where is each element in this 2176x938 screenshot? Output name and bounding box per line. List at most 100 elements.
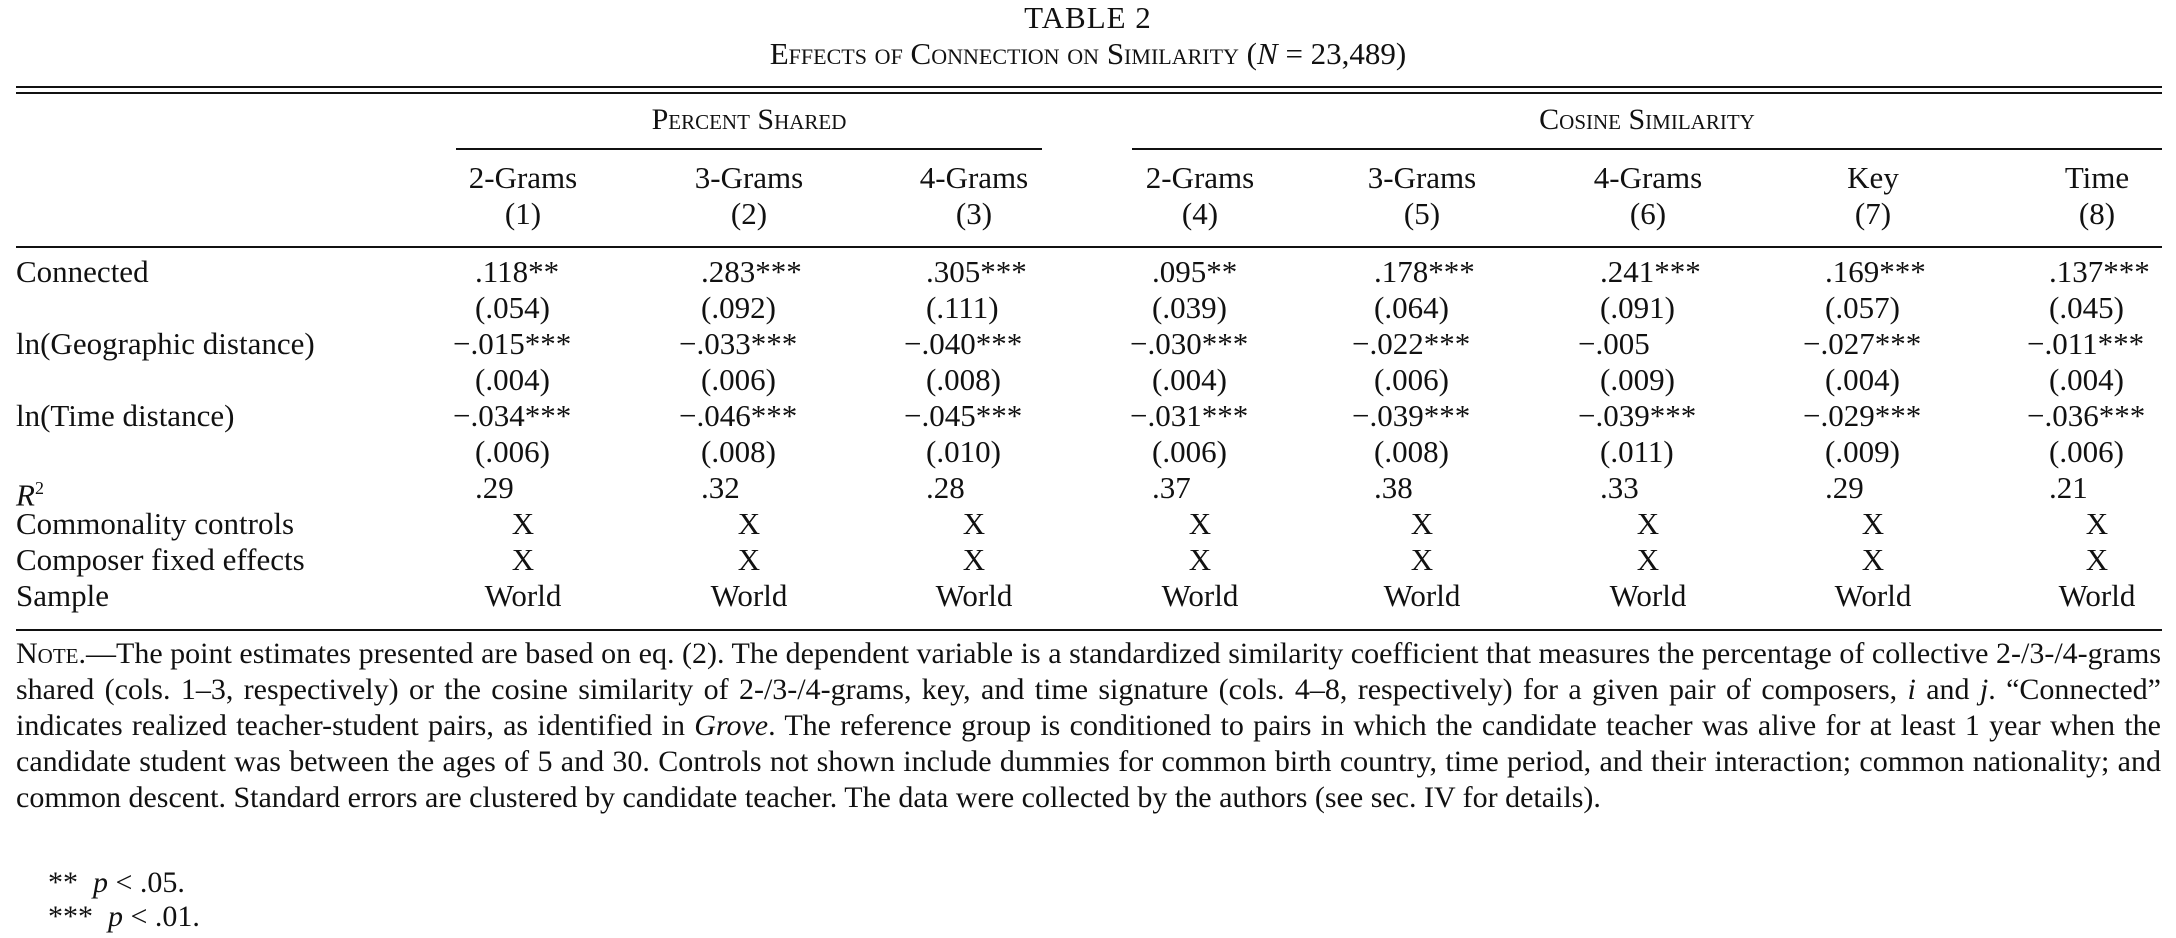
table-cell: .305*** <box>926 254 1027 289</box>
table-cell: −.045*** <box>904 398 1023 433</box>
top-rule-1 <box>16 86 2162 88</box>
table-cell: .137*** <box>2049 254 2150 289</box>
table-cell: (.006) <box>1374 362 1449 397</box>
table-cell: (.039) <box>1152 290 1227 325</box>
column-header-number: (4) <box>1181 196 1219 231</box>
table-cell: .38 <box>1374 470 1413 505</box>
table-cell: (.064) <box>1374 290 1449 325</box>
table-cell: .178*** <box>1374 254 1475 289</box>
table-cell: (.091) <box>1600 290 1675 325</box>
column-header-name: 3-Grams <box>694 160 804 195</box>
table-cell: World <box>2058 578 2136 613</box>
table-cell: X <box>1636 542 1660 577</box>
table-cell: .29 <box>475 470 514 505</box>
table-cell: X <box>511 542 535 577</box>
top-rule-2 <box>16 92 2162 94</box>
table-cell: X <box>2085 506 2109 541</box>
table-cell: World <box>1161 578 1239 613</box>
table-cell: (.045) <box>2049 290 2124 325</box>
table-cell: −.034*** <box>453 398 572 433</box>
table-cell: −.036*** <box>2027 398 2146 433</box>
table-cell: (.006) <box>1152 434 1227 469</box>
table-cell: (.004) <box>1152 362 1227 397</box>
column-header-number: (6) <box>1629 196 1667 231</box>
table-cell: World <box>935 578 1013 613</box>
table-cell: X <box>1188 542 1212 577</box>
table-cell: −.015*** <box>453 326 572 361</box>
table-page: TABLE 2 Effects of Connection on Similar… <box>0 0 2176 938</box>
column-header-number: (2) <box>730 196 768 231</box>
row-label: Sample <box>16 578 109 614</box>
table-cell: X <box>1861 542 1885 577</box>
table-cell: .118** <box>475 254 560 289</box>
table-cell: (.111) <box>926 290 999 325</box>
table-cell: (.008) <box>701 434 776 469</box>
table-cell: World <box>1383 578 1461 613</box>
table-cell: X <box>2085 542 2109 577</box>
row-label: Connected <box>16 254 149 290</box>
group-header-cosine-similarity: Cosine Similarity <box>1539 103 1755 136</box>
row-label-text: Composer fixed effects <box>16 542 305 577</box>
table-cell: .169*** <box>1825 254 1926 289</box>
table-cell: X <box>1636 506 1660 541</box>
table-cell: −.030*** <box>1130 326 1249 361</box>
table-cell: X <box>737 506 761 541</box>
table-cell: −.011*** <box>2027 326 2145 361</box>
table-cell: (.004) <box>1825 362 1900 397</box>
table-cell: (.009) <box>1600 362 1675 397</box>
table-cell: .283*** <box>701 254 802 289</box>
table-cell: (.008) <box>1374 434 1449 469</box>
column-header-name: 2-Grams <box>1145 160 1255 195</box>
table-cell: World <box>484 578 562 613</box>
table-cell: .241*** <box>1600 254 1701 289</box>
column-header-name: Key <box>1847 160 1899 195</box>
column-header-number: (3) <box>955 196 993 231</box>
row-label-text: ln(Time distance) <box>16 398 235 433</box>
table-title: Effects of Connection on Similarity (N =… <box>769 36 1407 71</box>
table-cell: −.039*** <box>1352 398 1471 433</box>
table-cell: World <box>710 578 788 613</box>
table-cell: World <box>1834 578 1912 613</box>
row-label: ln(Time distance) <box>16 398 234 434</box>
footnote-p05: ** p < .05. <box>48 866 185 899</box>
table-cell: (.006) <box>475 434 550 469</box>
bottom-rule <box>16 629 2162 631</box>
table-cell: (.009) <box>1825 434 1900 469</box>
table-cell: (.010) <box>926 434 1001 469</box>
table-cell: .29 <box>1825 470 1864 505</box>
table-cell: .32 <box>701 470 740 505</box>
column-header-name: 3-Grams <box>1367 160 1477 195</box>
column-header-name: 4-Grams <box>919 160 1029 195</box>
column-header-name: 2-Grams <box>468 160 578 195</box>
table-cell: (.006) <box>2049 434 2124 469</box>
group-rule-cosine <box>1132 148 2162 150</box>
table-cell: −.031*** <box>1130 398 1249 433</box>
table-cell: −.046*** <box>679 398 798 433</box>
table-cell: −.027*** <box>1803 326 1922 361</box>
row-label-superscript: 2 <box>34 478 44 498</box>
table-cell: X <box>1188 506 1212 541</box>
table-cell: .21 <box>2049 470 2088 505</box>
row-label-text: Connected <box>16 254 149 289</box>
table-cell: .33 <box>1600 470 1639 505</box>
table-note: Note.—The point estimates presented are … <box>16 637 2161 814</box>
table-cell: −.033*** <box>679 326 798 361</box>
table-cell: X <box>737 542 761 577</box>
table-cell: −.039*** <box>1578 398 1697 433</box>
row-label-text: Commonality controls <box>16 506 295 541</box>
header-rule <box>16 246 2162 248</box>
column-header-number: (7) <box>1854 196 1892 231</box>
table-number: TABLE 2 <box>1024 0 1152 35</box>
table-cell: (.006) <box>701 362 776 397</box>
column-header-number: (5) <box>1403 196 1441 231</box>
table-cell: X <box>1861 506 1885 541</box>
group-rule-percent <box>456 148 1042 150</box>
row-label-text: Sample <box>16 578 109 613</box>
table-cell: −.022*** <box>1352 326 1471 361</box>
row-label: Commonality controls <box>16 506 294 542</box>
table-cell: X <box>1410 506 1434 541</box>
row-label-text: ln(Geographic distance) <box>16 326 315 361</box>
table-cell: .37 <box>1152 470 1191 505</box>
table-cell: −.040*** <box>904 326 1023 361</box>
footnote-p01: *** p < .01. <box>48 900 200 933</box>
